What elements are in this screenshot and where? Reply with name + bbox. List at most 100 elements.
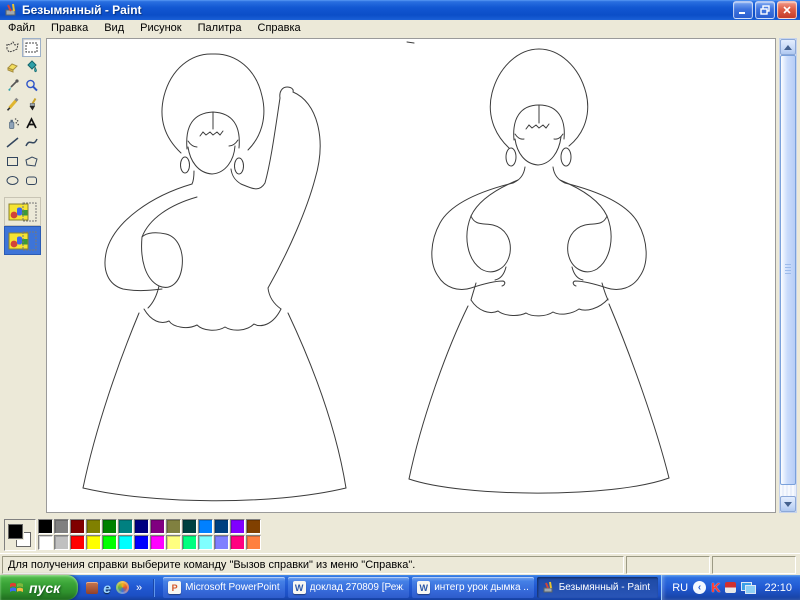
current-colors-indicator (4, 519, 36, 551)
color-swatch[interactable] (214, 519, 229, 534)
menu-item-help[interactable]: Справка (250, 21, 309, 35)
menu-item-edit[interactable]: Правка (43, 21, 96, 35)
selection-opaque-option[interactable] (4, 197, 41, 226)
color-swatch[interactable] (246, 535, 261, 550)
ellipse-tool-icon[interactable] (3, 171, 22, 190)
taskbar-button-paint-active[interactable]: Безымянный - Paint (536, 577, 659, 598)
menu-bar: Файл Правка Вид Рисунок Палитра Справка (0, 20, 800, 37)
drawing-doll-left (82, 53, 347, 502)
color-swatch[interactable] (182, 519, 197, 534)
color-swatch[interactable] (86, 535, 101, 550)
status-bar: Для получения справки выберите команду "… (0, 553, 800, 575)
free-form-select-tool-icon[interactable] (3, 38, 22, 57)
powerpoint-icon: P (168, 581, 182, 594)
color-swatch[interactable] (102, 535, 117, 550)
menu-item-palette[interactable]: Палитра (190, 21, 250, 35)
media-player-icon[interactable] (116, 581, 130, 594)
quick-launch-bar: e » (78, 578, 160, 597)
scroll-up-button[interactable] (780, 39, 796, 55)
color-swatch[interactable] (166, 519, 181, 534)
color-swatch[interactable] (246, 519, 261, 534)
color-swatch[interactable] (54, 519, 69, 534)
color-swatch[interactable] (134, 519, 149, 534)
selection-options (4, 197, 41, 255)
close-button[interactable] (777, 1, 797, 19)
word-icon: W (417, 581, 431, 594)
taskbar-button-powerpoint[interactable]: P Microsoft PowerPoint ... (163, 577, 285, 598)
rectangle-tool-icon[interactable] (3, 152, 22, 171)
language-indicator[interactable]: RU (672, 582, 688, 594)
color-swatch[interactable] (102, 519, 117, 534)
taskbar-button-word-doc2[interactable]: W интегр урок дымка ... (412, 577, 534, 598)
menu-item-view[interactable]: Вид (96, 21, 132, 35)
pencil-tool-icon[interactable] (3, 95, 22, 114)
color-swatch[interactable] (118, 535, 133, 550)
color-swatch[interactable] (134, 535, 149, 550)
scroll-down-button[interactable] (780, 496, 796, 512)
status-help-text: Для получения справки выберите команду "… (2, 555, 624, 574)
select-tool-icon[interactable] (22, 38, 41, 57)
color-swatch[interactable] (230, 519, 245, 534)
vertical-scrollbar[interactable] (779, 38, 797, 513)
pick-color-tool-icon[interactable] (3, 76, 22, 95)
curve-tool-icon[interactable] (22, 133, 41, 152)
rounded-rectangle-tool-icon[interactable] (22, 171, 41, 190)
color-swatch[interactable] (150, 535, 165, 550)
menu-item-file[interactable]: Файл (0, 21, 43, 35)
color-swatch[interactable] (230, 535, 245, 550)
minimize-button[interactable] (733, 1, 753, 19)
windows-flag-icon (10, 582, 23, 592)
task-buttons: P Microsoft PowerPoint ... W доклад 2708… (160, 577, 661, 598)
scroll-up-icon (784, 44, 792, 50)
word-icon: W (292, 581, 306, 594)
taskbar: пуск e » P Microsoft PowerPoint ... W до… (0, 575, 800, 600)
scrollbar-thumb[interactable] (780, 55, 796, 485)
color-swatch[interactable] (86, 519, 101, 534)
eraser-tool-icon[interactable] (3, 57, 22, 76)
taskbar-button-word-doc1[interactable]: W доклад 270809 [Реж... (287, 577, 410, 598)
line-tool-icon[interactable] (3, 133, 22, 152)
color-swatch[interactable] (198, 535, 213, 550)
color-swatch[interactable] (70, 535, 85, 550)
magnifier-tool-icon[interactable] (22, 76, 41, 95)
start-button-label: пуск (29, 579, 61, 596)
color-swatch[interactable] (198, 519, 213, 534)
taskbar-divider (153, 578, 155, 597)
color-swatch[interactable] (70, 519, 85, 534)
color-swatch[interactable] (54, 535, 69, 550)
tray-app-icon[interactable] (725, 582, 737, 593)
menu-item-image[interactable]: Рисунок (132, 21, 190, 35)
polygon-tool-icon[interactable] (22, 152, 41, 171)
brush-tool-icon[interactable] (22, 95, 41, 114)
color-swatch[interactable] (118, 519, 133, 534)
taskbar-button-label: интегр урок дымка ... (434, 582, 529, 593)
selection-transparent-option[interactable] (4, 226, 41, 255)
paint-canvas[interactable] (46, 38, 776, 513)
color-swatch[interactable] (214, 535, 229, 550)
drawing-doll-right (408, 48, 670, 494)
taskbar-button-label: доклад 270809 [Реж... (309, 582, 405, 593)
color-palette-bar (0, 517, 800, 553)
text-tool-icon[interactable] (22, 114, 41, 133)
internet-explorer-icon[interactable]: e (103, 580, 111, 596)
color-swatch[interactable] (38, 519, 53, 534)
color-swatch[interactable] (166, 535, 181, 550)
show-desktop-icon[interactable] (86, 581, 99, 594)
taskbar-button-label: Microsoft PowerPoint ... (185, 582, 280, 593)
clock[interactable]: 22:10 (761, 582, 792, 594)
kaspersky-icon[interactable]: K (711, 580, 720, 595)
airbrush-tool-icon[interactable] (3, 114, 22, 133)
color-swatch[interactable] (38, 535, 53, 550)
color-swatch[interactable] (150, 519, 165, 534)
system-tray: RU ‹ K 22:10 (661, 575, 800, 600)
quick-launch-overflow-chevron[interactable]: » (134, 582, 144, 594)
fill-tool-icon[interactable] (22, 57, 41, 76)
paint-app-icon (542, 581, 555, 594)
start-button[interactable]: пуск (0, 575, 79, 600)
restore-button[interactable] (755, 1, 775, 19)
tray-collapse-chevron-icon[interactable]: ‹ (693, 581, 707, 594)
paint-app-icon (4, 3, 18, 17)
network-monitors-icon[interactable] (741, 581, 757, 594)
color-swatch[interactable] (182, 535, 197, 550)
window-title: Безымянный - Paint (22, 3, 142, 17)
